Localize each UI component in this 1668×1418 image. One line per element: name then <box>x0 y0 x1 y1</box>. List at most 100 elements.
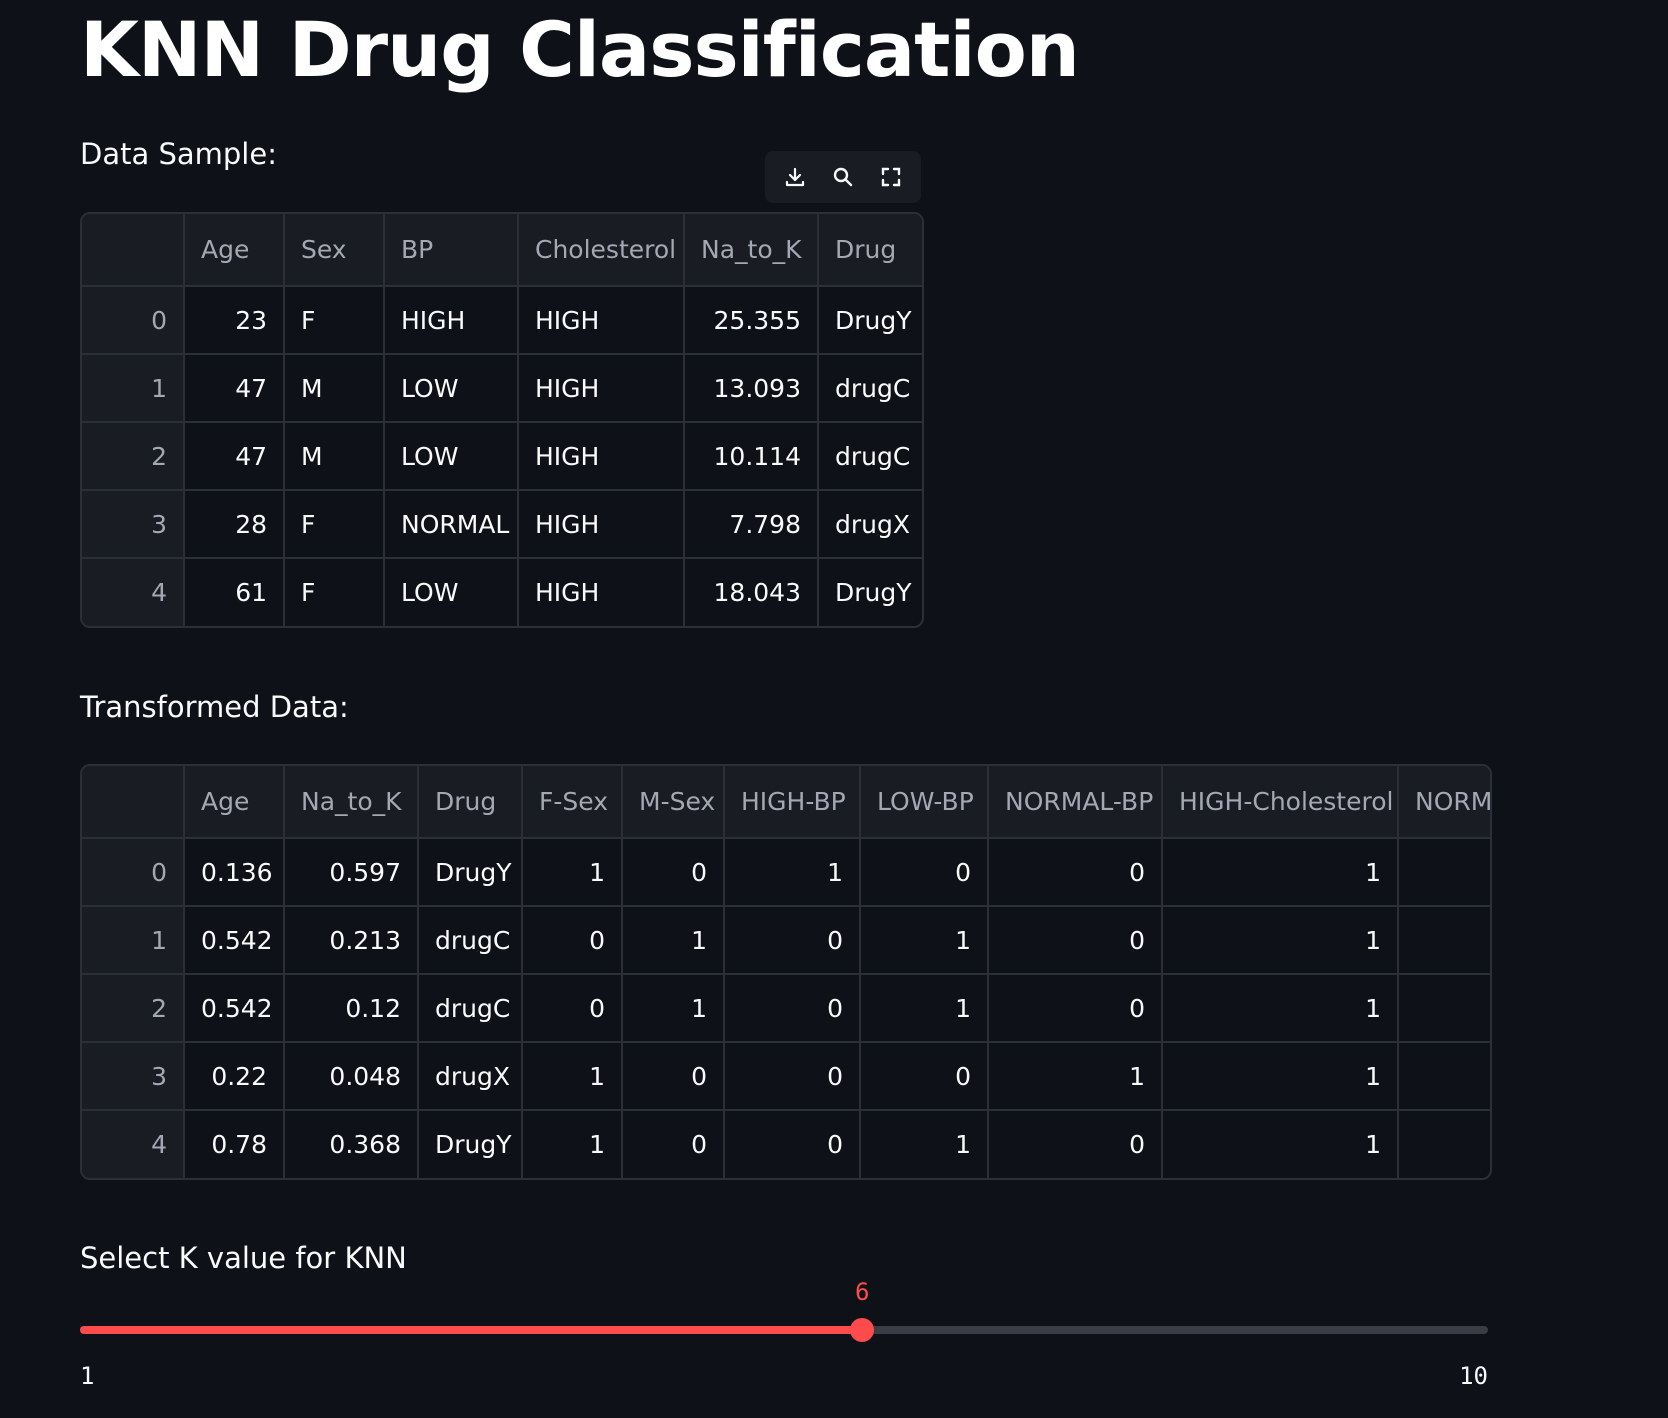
table-cell[interactable]: 1 <box>622 974 725 1043</box>
table-cell[interactable]: NORMAL <box>384 490 519 559</box>
table-cell[interactable]: HIGH <box>384 286 519 355</box>
row-index[interactable]: 0 <box>82 838 185 907</box>
table-cell[interactable]: M <box>284 354 385 423</box>
column-header[interactable]: Na_to_K <box>684 214 819 287</box>
table-cell[interactable]: 0 <box>724 1110 861 1178</box>
table-cell[interactable]: drugC <box>418 974 523 1043</box>
table-cell[interactable]: 0 <box>724 906 861 975</box>
search-button[interactable] <box>823 157 863 197</box>
table-cell[interactable] <box>1398 974 1490 1043</box>
table-cell[interactable]: 18.043 <box>684 558 819 626</box>
table-cell[interactable]: DrugY <box>818 558 922 626</box>
table-cell[interactable]: drugX <box>818 490 922 559</box>
table-cell[interactable]: 10.114 <box>684 422 819 491</box>
table-cell[interactable]: 1 <box>622 906 725 975</box>
table-cell[interactable]: 1 <box>1162 1110 1399 1178</box>
table-cell[interactable]: drugX <box>418 1042 523 1111</box>
table-cell[interactable]: 0 <box>860 1042 989 1111</box>
row-index[interactable]: 2 <box>82 974 185 1043</box>
table-cell[interactable]: 0.213 <box>284 906 419 975</box>
table-cell[interactable]: 1 <box>724 838 861 907</box>
table-cell[interactable]: 1 <box>860 1110 989 1178</box>
column-header[interactable]: Age <box>184 766 285 839</box>
table-cell[interactable] <box>1398 1042 1490 1111</box>
table-cell[interactable]: DrugY <box>418 838 523 907</box>
table-cell[interactable]: HIGH <box>518 422 685 491</box>
table-cell[interactable]: HIGH <box>518 286 685 355</box>
column-header[interactable]: Na_to_K <box>284 766 419 839</box>
column-header[interactable]: Sex <box>284 214 385 287</box>
column-header[interactable]: Drug <box>818 214 922 287</box>
table-cell[interactable] <box>1398 906 1490 975</box>
table-cell[interactable]: LOW <box>384 558 519 626</box>
table-cell[interactable]: 25.355 <box>684 286 819 355</box>
column-header[interactable]: M-Sex <box>622 766 725 839</box>
column-header[interactable]: NORMAL-BP <box>988 766 1163 839</box>
table-cell[interactable]: HIGH <box>518 354 685 423</box>
table-cell[interactable]: 1 <box>522 1042 623 1111</box>
table-cell[interactable]: 47 <box>184 422 285 491</box>
table-cell[interactable]: 1 <box>988 1042 1163 1111</box>
row-index[interactable]: 2 <box>82 422 185 491</box>
table-cell[interactable]: 0.597 <box>284 838 419 907</box>
table-cell[interactable]: 0 <box>860 838 989 907</box>
table-cell[interactable]: DrugY <box>418 1110 523 1178</box>
column-header[interactable]: F-Sex <box>522 766 623 839</box>
table-cell[interactable]: 0.22 <box>184 1042 285 1111</box>
table-cell[interactable]: 28 <box>184 490 285 559</box>
table-cell[interactable]: 13.093 <box>684 354 819 423</box>
table-cell[interactable]: HIGH <box>518 490 685 559</box>
table-cell[interactable]: 1 <box>1162 974 1399 1043</box>
column-header[interactable]: LOW-BP <box>860 766 989 839</box>
column-header[interactable]: Cholesterol <box>518 214 685 287</box>
table-cell[interactable]: 0 <box>988 838 1163 907</box>
column-header[interactable]: NORM. <box>1398 766 1490 839</box>
table-cell[interactable]: 0 <box>622 1042 725 1111</box>
table-cell[interactable]: 0 <box>522 906 623 975</box>
row-index[interactable]: 0 <box>82 286 185 355</box>
column-header[interactable]: HIGH-Cholesterol <box>1162 766 1399 839</box>
fullscreen-button[interactable] <box>871 157 911 197</box>
table-cell[interactable]: 0 <box>622 838 725 907</box>
index-header[interactable] <box>82 214 185 287</box>
table-cell[interactable]: 23 <box>184 286 285 355</box>
row-index[interactable]: 3 <box>82 490 185 559</box>
table-cell[interactable]: 0.78 <box>184 1110 285 1178</box>
data-sample-table[interactable]: Age Sex BP Cholesterol Na_to_K Drug 0 23 F HIGH H… <box>80 212 924 628</box>
table-cell[interactable]: drugC <box>418 906 523 975</box>
table-cell[interactable] <box>1398 1110 1490 1178</box>
index-header[interactable] <box>82 766 185 839</box>
table-cell[interactable]: 0 <box>988 906 1163 975</box>
table-cell[interactable]: 1 <box>1162 838 1399 907</box>
table-cell[interactable]: 61 <box>184 558 285 626</box>
table-cell[interactable]: 0 <box>724 974 861 1043</box>
table-cell[interactable]: 0.542 <box>184 974 285 1043</box>
table-cell[interactable]: F <box>284 286 385 355</box>
table-cell[interactable]: 0 <box>724 1042 861 1111</box>
column-header[interactable]: HIGH-BP <box>724 766 861 839</box>
table-cell[interactable]: 1 <box>1162 1042 1399 1111</box>
table-cell[interactable]: DrugY <box>818 286 922 355</box>
k-slider-track[interactable]: 6 <box>80 1278 1488 1342</box>
table-cell[interactable]: M <box>284 422 385 491</box>
transformed-data-table[interactable]: Age Na_to_K Drug F-Sex M-Sex HIGH-BP LOW-BP NOR… <box>80 764 1492 1180</box>
table-cell[interactable]: 0.542 <box>184 906 285 975</box>
column-header[interactable]: Age <box>184 214 285 287</box>
download-button[interactable] <box>775 157 815 197</box>
row-index[interactable]: 1 <box>82 906 185 975</box>
table-cell[interactable] <box>1398 838 1490 907</box>
table-cell[interactable]: 0 <box>622 1110 725 1178</box>
table-cell[interactable]: 0.048 <box>284 1042 419 1111</box>
row-index[interactable]: 3 <box>82 1042 185 1111</box>
table-cell[interactable]: HIGH <box>518 558 685 626</box>
row-index[interactable]: 1 <box>82 354 185 423</box>
k-slider-thumb[interactable] <box>850 1318 875 1342</box>
table-cell[interactable]: 1 <box>860 906 989 975</box>
table-cell[interactable]: drugC <box>818 422 922 491</box>
table-cell[interactable]: 1 <box>860 974 989 1043</box>
table-cell[interactable]: LOW <box>384 354 519 423</box>
table-cell[interactable]: 7.798 <box>684 490 819 559</box>
table-cell[interactable]: 47 <box>184 354 285 423</box>
table-cell[interactable]: 0 <box>988 1110 1163 1178</box>
table-cell[interactable]: 1 <box>1162 906 1399 975</box>
